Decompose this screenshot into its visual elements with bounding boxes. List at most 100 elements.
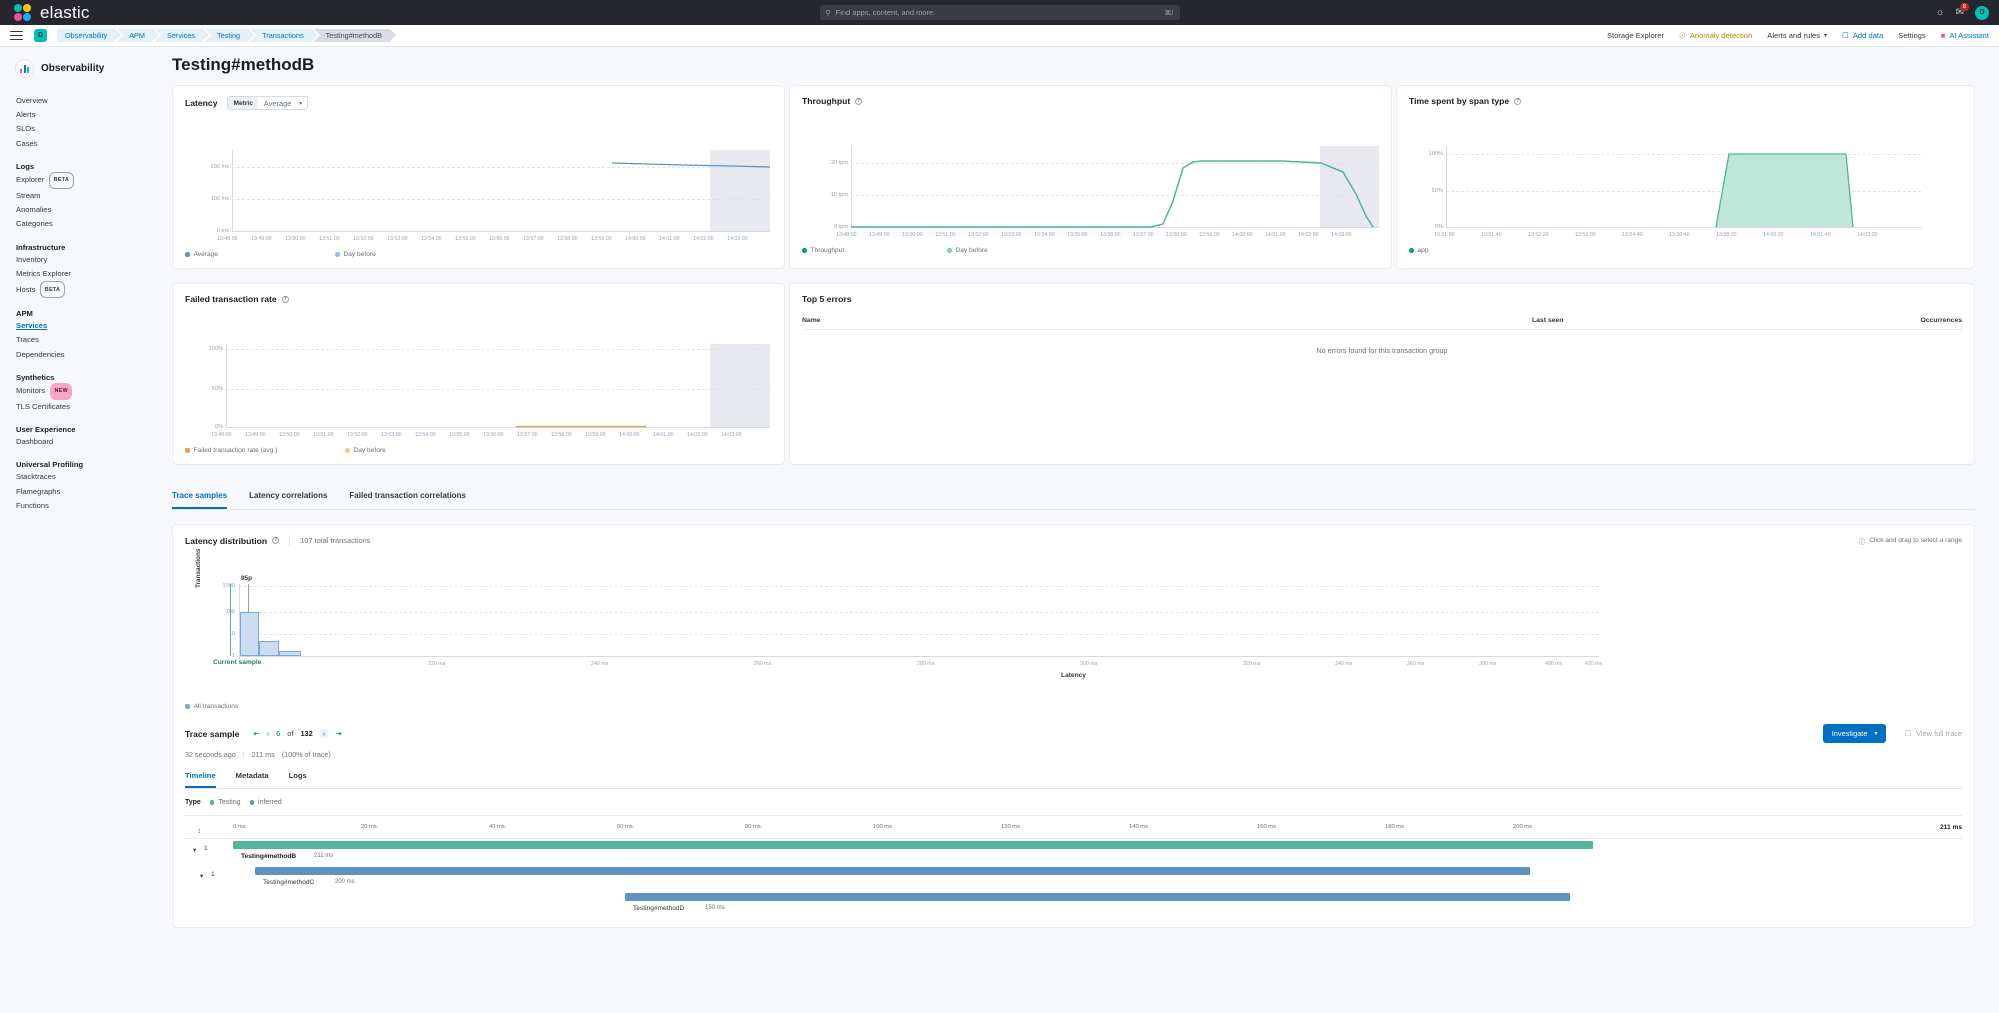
settings-button[interactable]: Settings [1898, 31, 1925, 40]
tab-timeline[interactable]: Timeline [185, 766, 216, 788]
waterfall-row[interactable]: ▾ 1 Testing#methodB 211 ms [185, 839, 1962, 865]
wf-bar-methodD[interactable] [625, 893, 1570, 901]
tab-failed-transaction-correlations[interactable]: Failed transaction correlations [349, 485, 465, 509]
help-icon[interactable]: ☼ [1935, 7, 1944, 18]
tab-logs[interactable]: Logs [289, 766, 307, 788]
sidebar-item-explorer-label: Explorer [16, 173, 44, 187]
sidebar-item-anomalies[interactable]: Anomalies [16, 203, 172, 217]
sidebar-item-monitors[interactable]: Monitors NEW [16, 383, 172, 400]
column-header-last-seen[interactable]: Last seen [1532, 317, 1832, 324]
span-type-chart[interactable]: 100% 50% 0% 13:51:00 13:51:40 13:52:20 1… [1409, 116, 1962, 231]
sidebar-item-tls-certificates[interactable]: TLS Certificates [16, 400, 172, 414]
legend-item-throughput[interactable]: Throughput [802, 247, 947, 254]
ai-assistant-button[interactable]: ■ AI Assistant [1941, 31, 1989, 40]
global-search-input[interactable]: ⚲ Find apps, content, and more. ⌘/ [820, 5, 1180, 20]
failed-rate-xtick: 13:59:00 [585, 432, 606, 438]
info-icon[interactable]: ? [1514, 98, 1521, 105]
tab-metadata[interactable]: Metadata [236, 766, 269, 788]
breadcrumb-item-testing[interactable]: Testing [205, 29, 248, 42]
breadcrumb-item-apm[interactable]: APM [117, 29, 153, 42]
next-page-button[interactable]: › [320, 729, 328, 738]
breadcrumb-item-transactions[interactable]: Transactions [250, 29, 312, 42]
latency-distribution-chart[interactable]: Transactions 1000 100 10 1 Current sampl… [185, 556, 1962, 681]
waterfall-row[interactable]: Testing#methodD 150 ms [185, 891, 1962, 917]
sidebar-item-hosts[interactable]: Hosts BETA [16, 281, 172, 298]
main-content: Testing#methodB Latency Metric Average ▾ [172, 47, 1999, 1013]
throughput-chart[interactable]: 20 tpm 10 tpm 0 tpm 13:48:00 13:49:00 13… [802, 116, 1379, 231]
space-avatar[interactable]: D [34, 29, 47, 42]
sidebar-item-functions[interactable]: Functions [16, 499, 172, 513]
waterfall-row[interactable]: ▾ 1 Testing#methodC 200 ms [185, 865, 1962, 891]
add-data-button[interactable]: ☐ Add data [1842, 31, 1883, 40]
throughput-ytick-20: 20 tpm [802, 160, 848, 166]
sidebar-item-categories[interactable]: Categories [16, 217, 172, 231]
histogram-bar[interactable] [240, 612, 259, 656]
histogram-bar[interactable] [259, 641, 279, 656]
notifications-icon[interactable]: ✉ 8 [1956, 7, 1964, 18]
breadcrumb-item-observability[interactable]: Observability [57, 29, 115, 42]
latency-xtick: 13:54:00 [421, 236, 442, 242]
sidebar-item-explorer[interactable]: Explorer BETA [16, 172, 172, 189]
sidebar-item-stream[interactable]: Stream [16, 189, 172, 203]
view-full-trace-button[interactable]: ☐ View full trace [1904, 729, 1962, 738]
chevron-down-icon[interactable]: ▾ [200, 872, 203, 880]
sidebar-item-alerts[interactable]: Alerts [16, 108, 172, 122]
sidebar-item-flamegraphs[interactable]: Flamegraphs [16, 485, 172, 499]
latency-metric-value[interactable]: Average ▾ [258, 97, 307, 109]
sidebar-item-dashboard[interactable]: Dashboard [16, 435, 172, 449]
tab-latency-correlations[interactable]: Latency correlations [249, 485, 327, 509]
nav-toggle-button[interactable] [10, 31, 23, 40]
legend-item-failed-rate[interactable]: Failed transaction rate (avg.) [185, 447, 345, 454]
storage-explorer-button[interactable]: Storage Explorer [1607, 31, 1664, 40]
info-icon[interactable]: ? [272, 537, 279, 544]
waterfall-axis: 0 ms 20 ms 40 ms 60 ms 80 ms 100 ms 120 … [185, 824, 1962, 838]
first-page-button[interactable]: ⇤ [253, 729, 259, 738]
p95-label: 95p [241, 575, 252, 582]
last-page-button[interactable]: ⇥ [335, 729, 341, 738]
latency-chart[interactable]: 200 ms 100 ms 0 ms 13:48:00 13:49:00 13:… [185, 120, 772, 235]
info-icon[interactable]: ? [855, 98, 862, 105]
prev-page-button[interactable]: ‹ [267, 729, 269, 738]
anomaly-detection-button[interactable]: ☉ Anomaly detection [1679, 31, 1752, 40]
legend-item-day-before[interactable]: Day before [335, 251, 376, 258]
tab-trace-samples[interactable]: Trace samples [172, 485, 227, 509]
chevron-down-icon[interactable]: ▾ [193, 846, 196, 854]
legend-item-day-before[interactable]: Day before [947, 247, 988, 254]
external-link-icon: ☐ [1904, 729, 1911, 738]
sidebar-item-traces[interactable]: Traces [16, 333, 172, 347]
column-header-occurrences[interactable]: Occurrences [1832, 317, 1962, 324]
wf-row-label[interactable]: Testing#methodB [241, 853, 296, 860]
elastic-logo[interactable]: elastic [0, 3, 90, 23]
sidebar-item-overview[interactable]: Overview [16, 94, 172, 108]
breadcrumb-item-services[interactable]: Services [155, 29, 203, 42]
sidebar-item-cases[interactable]: Cases [16, 137, 172, 151]
failed-rate-chart[interactable]: 100% 50% 0% 13:48:00 13:49:00 13:50:00 1… [185, 314, 772, 429]
wf-row-label[interactable]: Testing#methodC [263, 879, 314, 886]
sidebar-item-services[interactable]: Services [16, 319, 172, 333]
sidebar-item-metrics-explorer[interactable]: Metrics Explorer [16, 267, 172, 281]
wf-bar-methodC[interactable] [255, 867, 1530, 875]
legend-item-average[interactable]: Average [185, 251, 335, 258]
legend-item-testing[interactable]: Testing [210, 799, 241, 806]
legend-item-all-transactions[interactable]: All transactions [185, 703, 238, 710]
info-icon[interactable]: ? [282, 296, 289, 303]
legend-item-day-before[interactable]: Day before [345, 447, 386, 454]
sidebar-item-inventory[interactable]: Inventory [16, 253, 172, 267]
failed-rate-panel-title: Failed transaction rate ? [185, 294, 772, 304]
investigate-button[interactable]: Investigate ▾ [1823, 724, 1887, 743]
alerts-and-rules-menu[interactable]: Alerts and rules ▾ [1767, 31, 1827, 40]
legend-item-app[interactable]: app [1409, 247, 1429, 254]
histogram-bar[interactable] [279, 651, 301, 656]
latency-xtick: 13:48:00 [217, 236, 238, 242]
wf-bar-methodB[interactable] [233, 841, 1593, 849]
latency-metric-select[interactable]: Metric Average ▾ [227, 96, 308, 110]
throughput-series [851, 146, 1379, 228]
user-avatar[interactable]: D [1975, 6, 1989, 20]
wf-row-label[interactable]: Testing#methodD [633, 905, 684, 912]
column-header-name[interactable]: Name [802, 317, 1532, 324]
sidebar-item-dependencies[interactable]: Dependencies [16, 348, 172, 362]
ld-xtick: 300 ms [1080, 661, 1097, 667]
sidebar-item-stacktraces[interactable]: Stacktraces [16, 470, 172, 484]
legend-item-inferred[interactable]: inferred [250, 799, 282, 806]
sidebar-item-slos[interactable]: SLOs [16, 122, 172, 136]
